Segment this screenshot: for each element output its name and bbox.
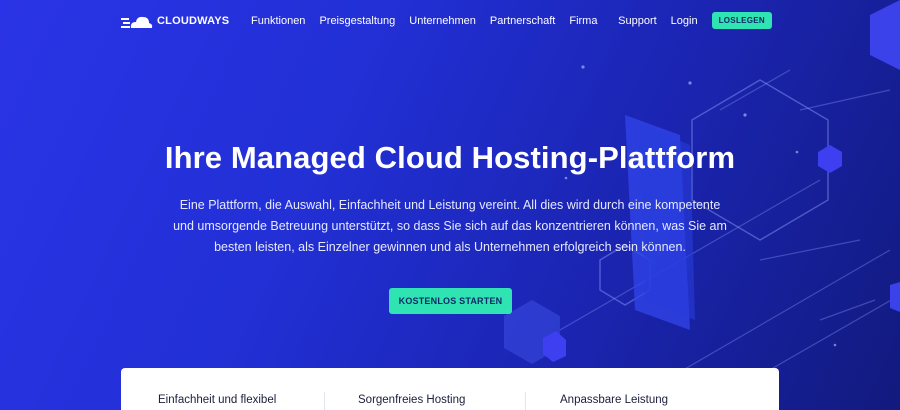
support-link[interactable]: Support	[618, 15, 657, 27]
nav-link-partnerschaft[interactable]: Partnerschaft	[490, 15, 555, 27]
nav-actions: Support Login LOSLEGEN	[618, 12, 772, 29]
top-navigation: CLOUDWAYS Funktionen Preisgestaltung Unt…	[0, 0, 900, 42]
brand-logo[interactable]: CLOUDWAYS	[121, 12, 229, 30]
feature-custom-performance: Anpassbare Leistung	[560, 394, 669, 406]
brand-name: CLOUDWAYS	[157, 15, 230, 27]
feature-worry-free-hosting: Sorgenfreies Hosting	[358, 394, 466, 406]
start-free-button[interactable]: KOSTENLOS STARTEN	[389, 288, 512, 314]
nav-link-funktionen[interactable]: Funktionen	[251, 15, 305, 27]
login-link[interactable]: Login	[671, 15, 698, 27]
feature-simplicity: Einfachheit und flexibel	[158, 394, 277, 406]
nav-link-unternehmen[interactable]: Unternehmen	[409, 15, 476, 27]
cloud-icon	[121, 16, 153, 28]
nav-link-preisgestaltung[interactable]: Preisgestaltung	[319, 15, 395, 27]
feature-divider	[525, 392, 526, 410]
features-card: Einfachheit und flexibel Sorgenfreies Ho…	[121, 368, 779, 410]
hero-description: Eine Plattform, die Auswahl, Einfachheit…	[173, 198, 727, 254]
nav-link-firma[interactable]: Firma	[569, 15, 597, 27]
hero-title: Ihre Managed Cloud Hosting-Plattform	[164, 140, 736, 175]
feature-divider	[324, 392, 325, 410]
nav-menu: Funktionen Preisgestaltung Unternehmen P…	[251, 15, 597, 27]
loslegen-button[interactable]: LOSLEGEN	[711, 12, 772, 29]
